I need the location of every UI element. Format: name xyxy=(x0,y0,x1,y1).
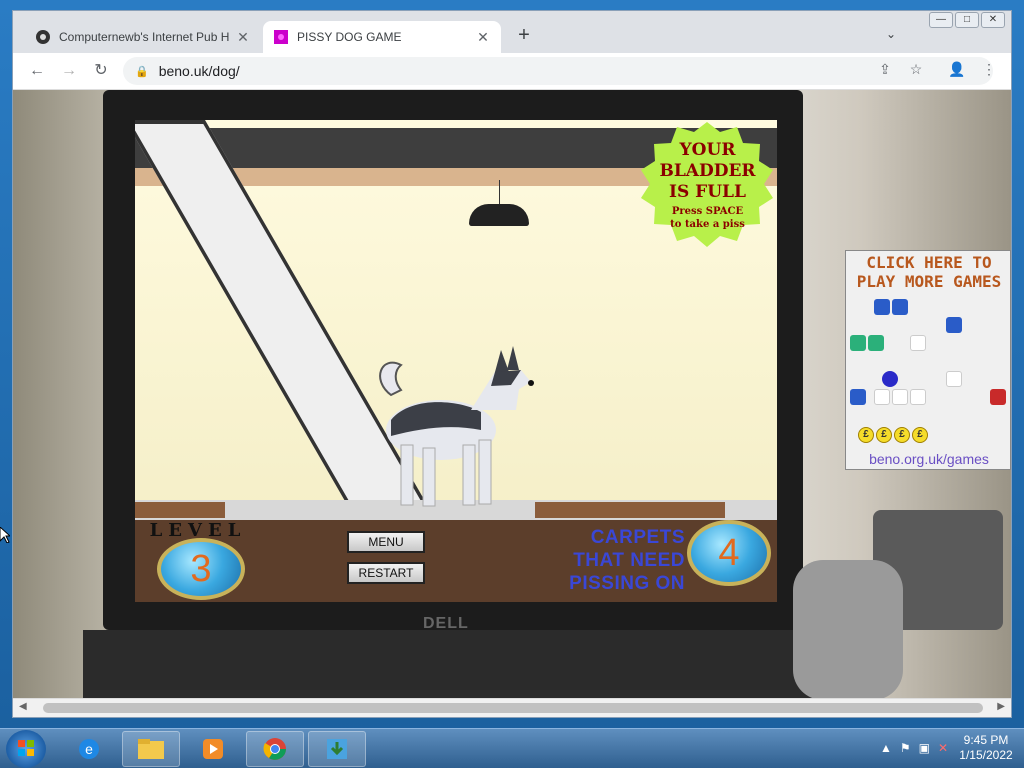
back-icon[interactable]: ← xyxy=(27,61,47,81)
scroll-left-icon[interactable]: ◀ xyxy=(19,701,27,712)
close-button[interactable]: ✕ xyxy=(981,12,1005,28)
url-text: beno.uk/dog/ xyxy=(158,63,240,79)
level-indicator: LEVEL 3 xyxy=(143,520,253,602)
carpet xyxy=(535,502,725,518)
new-tab-button[interactable]: + xyxy=(513,25,535,47)
carpets-line-3: PISSING ON xyxy=(569,573,685,594)
ad-coin: £ xyxy=(858,427,874,443)
ad-block xyxy=(892,389,908,405)
carpets-line-2: THAT NEED xyxy=(573,550,685,571)
menu-button[interactable]: MENU xyxy=(347,531,425,553)
horizontal-scrollbar[interactable]: ◀ ▶ xyxy=(13,698,1011,717)
ad-block xyxy=(990,389,1006,405)
carpets-line-1: CARPETS xyxy=(590,527,685,548)
tab-strip: Computernewb's Internet Pub H ✕ PISSY DO… xyxy=(13,11,1011,53)
window-controls: — □ ✕ xyxy=(929,12,1005,28)
ad-url[interactable]: beno.org.uk/games xyxy=(846,451,1011,467)
tab-title: Computernewb's Internet Pub H xyxy=(59,30,230,44)
carpet xyxy=(135,502,225,518)
address-bar[interactable]: 🔒 beno.uk/dog/ xyxy=(123,57,993,85)
chrome-icon[interactable] xyxy=(246,731,304,767)
badge-line-3: IS FULL xyxy=(669,182,746,202)
lamp-cord xyxy=(499,180,500,204)
network-icon[interactable]: ▣ xyxy=(919,741,930,755)
volume-muted-icon[interactable]: ✕ xyxy=(938,741,948,755)
start-button[interactable] xyxy=(6,730,46,768)
carpets-value: 4 xyxy=(718,531,740,574)
game-canvas[interactable]: YOUR BLADDER IS FULL Press SPACE to take… xyxy=(135,120,777,602)
browser-toolbar: ← → ↻ 🔒 beno.uk/dog/ ⇪ ☆ 👤 ⋮ xyxy=(13,53,1011,90)
explorer-icon[interactable] xyxy=(122,731,180,767)
maximize-button[interactable]: □ xyxy=(955,12,979,28)
tab-pissy-dog[interactable]: PISSY DOG GAME ✕ xyxy=(263,21,501,53)
ie-icon[interactable]: e xyxy=(60,731,118,767)
ad-block xyxy=(946,317,962,333)
ceiling-lamp xyxy=(469,204,529,226)
background-dell-logo: DELL xyxy=(423,615,469,632)
scrollbar-thumb[interactable] xyxy=(43,703,983,713)
menu-icon[interactable]: ⋮ xyxy=(979,61,999,78)
badge-hint-2: to take a piss xyxy=(670,219,745,230)
level-orb: 3 xyxy=(157,538,245,600)
clock-time: 9:45 PM xyxy=(963,733,1009,747)
ad-block xyxy=(946,371,962,387)
action-center-flag-icon[interactable]: ⚑ xyxy=(900,741,911,755)
forward-icon[interactable]: → xyxy=(59,61,79,81)
clock[interactable]: 9:45 PM 1/15/2022 xyxy=(956,733,1016,763)
system-tray: ▲ ⚑ ▣ ✕ 9:45 PM 1/15/2022 xyxy=(880,733,1016,763)
bladder-full-badge: YOUR BLADDER IS FULL Press SPACE to take… xyxy=(640,122,775,247)
minimize-button[interactable]: — xyxy=(929,12,953,28)
close-tab-icon[interactable]: ✕ xyxy=(235,29,251,46)
background-laptop-base xyxy=(83,630,843,698)
dog-favicon-icon xyxy=(273,29,289,45)
ad-block xyxy=(874,299,890,315)
svg-text:e: e xyxy=(85,741,93,757)
tab-title: PISSY DOG GAME xyxy=(297,30,402,44)
ad-block xyxy=(910,389,926,405)
badge-line-1: YOUR xyxy=(679,140,736,160)
ad-title-line-1: CLICK HERE TO xyxy=(866,253,992,272)
ad-block xyxy=(910,335,926,351)
bookmark-star-icon[interactable]: ☆ xyxy=(906,61,926,78)
page-viewport: DELL YOUR BLADDER IS FULL Press SPACE to… xyxy=(13,90,1011,698)
more-games-ad[interactable]: CLICK HERE TO PLAY MORE GAMES £ £ £ £ be… xyxy=(845,250,1011,470)
mouse-cursor-icon xyxy=(0,527,10,543)
ad-block xyxy=(874,389,890,405)
ad-title: CLICK HERE TO PLAY MORE GAMES xyxy=(846,253,1011,291)
ad-character-icon xyxy=(882,371,898,387)
pub-favicon-icon xyxy=(35,29,51,45)
tab-search-icon[interactable]: ⌄ xyxy=(886,27,896,41)
carpets-orb: 4 xyxy=(687,520,771,586)
badge-hint-1: Press SPACE xyxy=(671,206,744,217)
ad-block xyxy=(892,299,908,315)
windows-logo-icon xyxy=(18,740,34,756)
tab-pub[interactable]: Computernewb's Internet Pub H ✕ xyxy=(25,21,261,53)
lock-icon[interactable]: 🔒 xyxy=(135,65,149,78)
show-hidden-icons-icon[interactable]: ▲ xyxy=(880,741,892,755)
browser-window: Computernewb's Internet Pub H ✕ PISSY DO… xyxy=(12,10,1012,718)
share-icon[interactable]: ⇪ xyxy=(875,61,895,78)
ad-block xyxy=(850,335,866,351)
reload-icon[interactable]: ↻ xyxy=(91,61,111,81)
ad-block xyxy=(850,389,866,405)
husky-dog xyxy=(379,346,534,507)
ad-coin: £ xyxy=(876,427,892,443)
ad-coin: £ xyxy=(894,427,910,443)
download-app-icon[interactable] xyxy=(308,731,366,767)
restart-button[interactable]: RESTART xyxy=(347,562,425,584)
carpets-label: CARPETS THAT NEED PISSING ON xyxy=(535,526,685,595)
clock-date: 1/15/2022 xyxy=(959,748,1013,762)
taskbar: e ▲ ⚑ ▣ ✕ 9:45 PM 1/15/2022 xyxy=(0,728,1024,768)
ad-block xyxy=(868,335,884,351)
ad-coin: £ xyxy=(912,427,928,443)
profile-icon[interactable]: 👤 xyxy=(947,61,967,78)
level-value: 3 xyxy=(190,547,212,590)
badge-line-2: BLADDER xyxy=(659,161,756,181)
close-tab-icon[interactable]: ✕ xyxy=(475,29,491,46)
ad-title-line-2: PLAY MORE GAMES xyxy=(856,272,1002,291)
scroll-right-icon[interactable]: ▶ xyxy=(997,701,1005,712)
media-player-icon[interactable] xyxy=(184,731,242,767)
background-phone xyxy=(793,560,903,698)
badge-text: YOUR BLADDER IS FULL Press SPACE to take… xyxy=(640,140,775,231)
